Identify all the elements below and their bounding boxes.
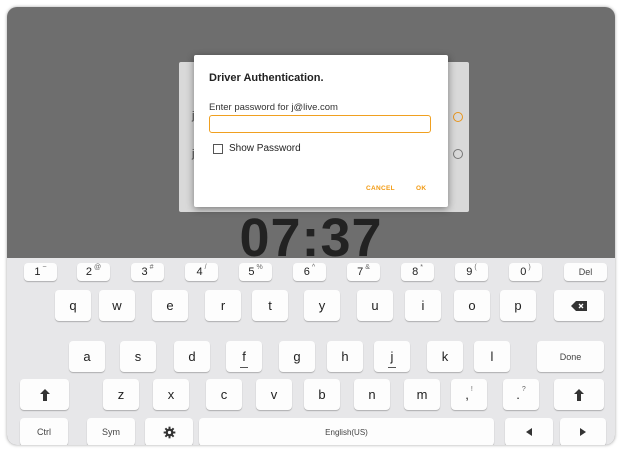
key-i[interactable]: i [405, 290, 441, 321]
key-sup: * [420, 263, 423, 271]
key-sup: ? [521, 386, 526, 393]
key-main: 3 [141, 266, 148, 278]
backspace-icon [571, 300, 587, 311]
key-9[interactable]: 9( [455, 263, 488, 281]
shift-arrow-icon [574, 388, 584, 401]
key-y[interactable]: y [304, 290, 340, 321]
clock-display: 07:37 [239, 208, 383, 268]
key-z[interactable]: z [103, 379, 139, 410]
key-t[interactable]: t [252, 290, 288, 321]
key-main: 8 [412, 266, 419, 278]
cancel-button[interactable]: CANCEL [366, 185, 395, 192]
key-c[interactable]: c [206, 379, 242, 410]
ctrl-key[interactable]: Ctrl [20, 418, 68, 445]
key-o[interactable]: o [454, 290, 490, 321]
dialog-title: Driver Authentication. [209, 72, 324, 84]
key-x[interactable]: x [153, 379, 189, 410]
key-main: 6 [303, 266, 310, 278]
key-k[interactable]: k [427, 341, 463, 372]
key-main: , [465, 387, 469, 402]
key-j[interactable]: j [374, 341, 410, 372]
key-d[interactable]: d [174, 341, 210, 372]
key-v[interactable]: v [256, 379, 292, 410]
ok-button[interactable]: OK [416, 185, 426, 192]
shift-arrow-icon [39, 388, 50, 401]
key-n[interactable]: n [354, 379, 390, 410]
key-comma[interactable]: ,! [451, 379, 487, 410]
key-main: 7 [357, 266, 364, 278]
password-input[interactable] [209, 115, 431, 133]
key-q[interactable]: q [55, 290, 91, 321]
key-h[interactable]: h [327, 341, 363, 372]
background-radio-icon [453, 112, 463, 122]
done-key[interactable]: Done [537, 341, 604, 372]
show-password-toggle[interactable]: Show Password [213, 143, 301, 154]
key-period[interactable]: .? [503, 379, 539, 410]
driver-auth-dialog: Driver Authentication. Enter password fo… [194, 55, 448, 207]
arrow-right-icon [580, 428, 586, 436]
key-main: 0 [520, 266, 527, 278]
key-a[interactable]: a [69, 341, 105, 372]
show-password-checkbox[interactable] [213, 143, 223, 154]
key-sup: # [149, 263, 154, 271]
key-sup: @ [94, 263, 102, 271]
key-sup: ~ [42, 263, 47, 271]
shift-key-right[interactable] [554, 379, 604, 410]
key-main: 5 [248, 266, 255, 278]
key-2[interactable]: 2 @ [77, 263, 110, 281]
key-sup: / [204, 263, 207, 271]
key-6[interactable]: 6 ^ [293, 263, 326, 281]
key-f[interactable]: f [226, 341, 262, 372]
key-u[interactable]: u [357, 290, 393, 321]
key-l[interactable]: l [474, 341, 510, 372]
key-e[interactable]: e [152, 290, 188, 321]
key-m[interactable]: m [404, 379, 440, 410]
key-1[interactable]: 1 ~ [24, 263, 57, 281]
key-0[interactable]: 0) [509, 263, 542, 281]
key-main: 2 [85, 266, 92, 278]
key-s[interactable]: s [120, 341, 156, 372]
cursor-left-key[interactable] [505, 418, 553, 445]
key-sup: % [256, 263, 263, 271]
home-key-marker [388, 367, 396, 368]
shift-key-left[interactable] [20, 379, 69, 410]
key-8[interactable]: 8 * [401, 263, 434, 281]
tablet-screen: j( j( j( 07:37 Driver Authentication. En… [7, 7, 615, 445]
sym-key[interactable]: Sym [87, 418, 135, 445]
key-b[interactable]: b [304, 379, 340, 410]
gear-icon [163, 426, 175, 438]
key-sup: ! [470, 386, 473, 393]
password-prompt: Enter password for j@live.com [209, 102, 338, 113]
key-5[interactable]: 5% [239, 263, 272, 281]
key-main: f [242, 349, 246, 364]
background-radio-icon [453, 149, 463, 159]
key-main: . [516, 387, 520, 402]
key-w[interactable]: w [99, 290, 135, 321]
key-sup: ) [528, 263, 531, 271]
delete-key[interactable]: Del [564, 263, 607, 281]
settings-key[interactable] [145, 418, 193, 445]
arrow-left-icon [526, 428, 532, 436]
key-main: 9 [466, 266, 473, 278]
key-g[interactable]: g [279, 341, 315, 372]
key-sup: ( [474, 263, 477, 271]
key-main: 1 [34, 266, 41, 278]
key-r[interactable]: r [205, 290, 241, 321]
key-p[interactable]: p [500, 290, 536, 321]
show-password-label: Show Password [229, 143, 301, 154]
key-4[interactable]: 4/ [185, 263, 218, 281]
key-3[interactable]: 3 # [131, 263, 164, 281]
backspace-key[interactable] [554, 290, 604, 321]
on-screen-keyboard: 1 ~ 2 @ 3 # 4/ 5% 6 ^ 7 & 8 * 9( 0) Del q w e … [7, 258, 615, 445]
key-main: 4 [196, 266, 203, 278]
key-7[interactable]: 7 & [347, 263, 380, 281]
home-key-marker [240, 367, 248, 368]
cursor-right-key[interactable] [560, 418, 606, 445]
key-main: j [390, 349, 394, 364]
key-sup: & [365, 263, 370, 271]
space-key[interactable]: English(US) [199, 418, 494, 445]
key-sup: ^ [311, 263, 316, 271]
